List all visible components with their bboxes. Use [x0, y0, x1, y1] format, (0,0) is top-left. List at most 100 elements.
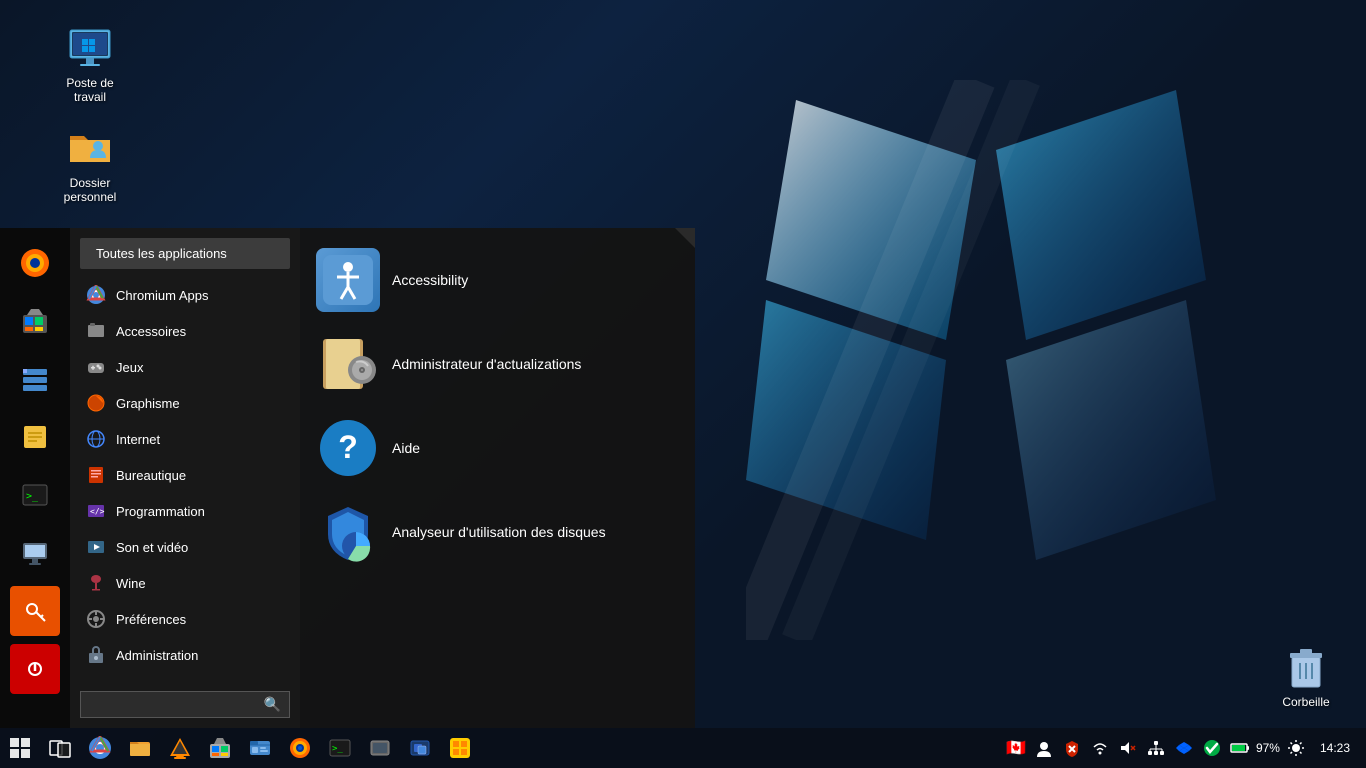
- programmation-icon: </>: [86, 501, 106, 521]
- menu-corner-decoration: [675, 228, 695, 248]
- app2-taskbar-icon[interactable]: [440, 728, 480, 768]
- taskbar: >_: [0, 728, 1366, 768]
- tray-shield[interactable]: [1060, 728, 1084, 768]
- sidebar-icon-sticky[interactable]: [10, 412, 60, 462]
- admin-actualization-icon: [316, 332, 380, 396]
- category-programmation[interactable]: </> Programmation: [70, 493, 300, 529]
- battery-percentage: 97%: [1256, 741, 1280, 755]
- chromium-icon: [86, 285, 106, 305]
- dossier-label: Dossier personnel: [54, 176, 126, 205]
- aide-icon: ?: [316, 416, 380, 480]
- system-tray: 🇨🇦: [1004, 728, 1366, 768]
- app-admin-actualization[interactable]: Administrateur d'actualizations: [300, 322, 695, 406]
- svg-text:</>: </>: [90, 507, 105, 516]
- firefox-taskbar-icon[interactable]: [280, 728, 320, 768]
- tray-battery[interactable]: [1228, 728, 1252, 768]
- accessoires-icon: [86, 321, 106, 341]
- internet-icon: [86, 429, 106, 449]
- svg-text:>_: >_: [332, 744, 343, 754]
- category-chromium-apps[interactable]: Chromium Apps: [70, 277, 300, 313]
- sidebar-icon-firefox[interactable]: [10, 238, 60, 288]
- category-son-video[interactable]: Son et vidéo: [70, 529, 300, 565]
- accessibility-label: Accessibility: [392, 272, 468, 288]
- administration-label: Administration: [116, 648, 198, 663]
- start-button[interactable]: [0, 728, 40, 768]
- windows-logo-bg: [746, 80, 1246, 640]
- start-menu: >_ Toutes les applications Ch: [0, 228, 695, 728]
- sidebar-icon-manager[interactable]: [10, 354, 60, 404]
- category-accessoires[interactable]: Accessoires: [70, 313, 300, 349]
- bureautique-icon: [86, 465, 106, 485]
- app-disk-analyzer[interactable]: Analyseur d'utilisation des disques: [300, 490, 695, 574]
- svg-text:?: ?: [338, 429, 358, 465]
- son-video-label: Son et vidéo: [116, 540, 188, 555]
- tray-flag[interactable]: 🇨🇦: [1004, 728, 1028, 768]
- apps-panel: Accessibility: [300, 228, 695, 728]
- wine-icon: [86, 573, 106, 593]
- chromium-apps-label: Chromium Apps: [116, 288, 208, 303]
- programmation-label: Programmation: [116, 504, 205, 519]
- terminal-taskbar-icon[interactable]: >_: [320, 728, 360, 768]
- bureautique-label: Bureautique: [116, 468, 186, 483]
- accessoires-label: Accessoires: [116, 324, 186, 339]
- aide-label: Aide: [392, 440, 420, 456]
- menu-search-bar: 🔍: [80, 691, 290, 718]
- computer-icon: [66, 24, 114, 72]
- preferences-icon: [86, 609, 106, 629]
- category-graphisme[interactable]: Graphisme: [70, 385, 300, 421]
- graphisme-label: Graphisme: [116, 396, 180, 411]
- search-button[interactable]: 🔍: [256, 692, 289, 717]
- tray-brightness[interactable]: [1284, 728, 1308, 768]
- recycle-bin-icon[interactable]: Corbeille: [1266, 639, 1346, 713]
- sidebar-icon-display[interactable]: [10, 528, 60, 578]
- admin-actualization-label: Administrateur d'actualizations: [392, 356, 581, 372]
- category-wine[interactable]: Wine: [70, 565, 300, 601]
- svg-text:>_: >_: [26, 491, 39, 502]
- sidebar-icon-key[interactable]: [10, 586, 60, 636]
- recycle-bin-img: [1282, 643, 1330, 691]
- chromium-taskbar-icon[interactable]: [80, 728, 120, 768]
- search-input[interactable]: [81, 693, 256, 716]
- store-taskbar-icon[interactable]: [200, 728, 240, 768]
- internet-label: Internet: [116, 432, 160, 447]
- tray-network[interactable]: [1144, 728, 1168, 768]
- wine-label: Wine: [116, 576, 146, 591]
- sidebar-icon-power[interactable]: [10, 644, 60, 694]
- disk-analyzer-label: Analyseur d'utilisation des disques: [392, 524, 606, 540]
- task-view-button[interactable]: [40, 728, 80, 768]
- desktop-icon-dossier[interactable]: Dossier personnel: [50, 120, 130, 209]
- thunar-taskbar-icon[interactable]: [360, 728, 400, 768]
- desktop-icon-poste-travail[interactable]: Poste de travail: [50, 20, 130, 109]
- poste-travail-label: Poste de travail: [54, 76, 126, 105]
- category-preferences[interactable]: Préférences: [70, 601, 300, 637]
- app-accessibility[interactable]: Accessibility: [300, 238, 695, 322]
- files-taskbar-icon[interactable]: [120, 728, 160, 768]
- tray-dropbox[interactable]: [1172, 728, 1196, 768]
- tray-user[interactable]: [1032, 728, 1056, 768]
- jeux-icon: [86, 357, 106, 377]
- app-aide[interactable]: ? Aide: [300, 406, 695, 490]
- tray-checkmark[interactable]: [1200, 728, 1224, 768]
- administration-icon: [86, 645, 106, 665]
- category-internet[interactable]: Internet: [70, 421, 300, 457]
- vlc-taskbar-icon[interactable]: [160, 728, 200, 768]
- category-jeux[interactable]: Jeux: [70, 349, 300, 385]
- sidebar-icon-store[interactable]: [10, 296, 60, 346]
- menu-sidebar: >_: [0, 228, 70, 728]
- disk-analyzer-icon: [316, 500, 380, 564]
- virtualbox-taskbar-icon[interactable]: [400, 728, 440, 768]
- filemanager-taskbar-icon[interactable]: [240, 728, 280, 768]
- preferences-label: Préférences: [116, 612, 186, 627]
- category-administration[interactable]: Administration: [70, 637, 300, 673]
- all-apps-button[interactable]: Toutes les applications: [80, 238, 290, 269]
- sidebar-icon-terminal[interactable]: >_: [10, 470, 60, 520]
- category-bureautique[interactable]: Bureautique: [70, 457, 300, 493]
- tray-wifi[interactable]: [1088, 728, 1112, 768]
- tray-volume[interactable]: [1116, 728, 1140, 768]
- jeux-label: Jeux: [116, 360, 143, 375]
- taskbar-clock[interactable]: 14:23: [1312, 741, 1358, 755]
- clock-time: 14:23: [1320, 741, 1350, 755]
- graphisme-icon: [86, 393, 106, 413]
- folder-icon: [66, 124, 114, 172]
- son-video-icon: [86, 537, 106, 557]
